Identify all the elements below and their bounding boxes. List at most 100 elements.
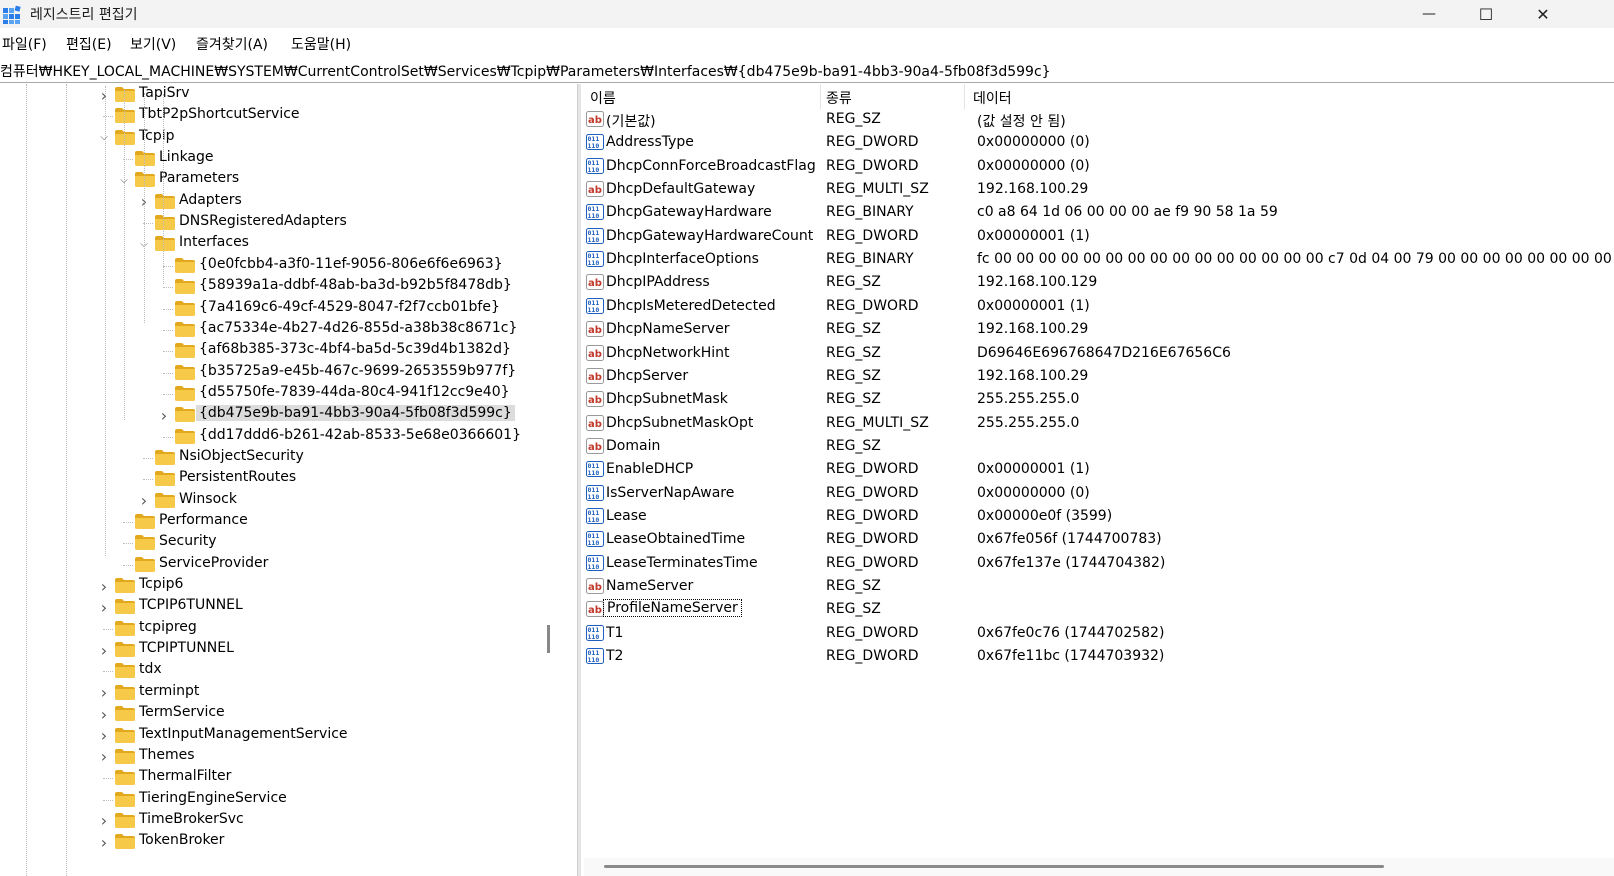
tree-item[interactable]: DNSRegisteredAdapters bbox=[0, 212, 545, 234]
chevron-right-icon[interactable]: › bbox=[97, 598, 111, 617]
tree-item-label[interactable]: tcpipreg bbox=[136, 619, 200, 635]
value-row[interactable]: 011 110 LeaseObtainedTime REG_DWORD 0x67fe05… bbox=[584, 528, 1614, 552]
tree-item[interactable]: {0e0fcbb4-a3f0-11ef-9056-806e6f6e6963} bbox=[0, 255, 545, 277]
chevron-right-icon[interactable]: › bbox=[97, 641, 111, 660]
tree-item-label[interactable]: {7a4169c6-49cf-4529-8047-f2f7ccb01bfe} bbox=[196, 299, 503, 315]
tree-item-label[interactable]: {dd17ddd6-b261-42ab-8533-5e68e0366601} bbox=[196, 427, 524, 443]
value-name[interactable]: DhcpIsMeteredDetected bbox=[606, 298, 776, 314]
tree-item-label[interactable]: Tcpip6 bbox=[136, 576, 186, 592]
value-row[interactable]: 011 110 EnableDHCP REG_DWORD 0x00000001 (1) bbox=[584, 458, 1614, 482]
tree-item[interactable]: › TextInputManagementService bbox=[0, 725, 545, 747]
tree-item[interactable]: tcpipreg bbox=[0, 618, 545, 640]
value-row[interactable]: 011 110 Lease REG_DWORD 0x00000e0f (3599) bbox=[584, 505, 1614, 529]
tree-item[interactable]: ThermalFilter bbox=[0, 767, 545, 789]
tree-item-label[interactable]: TimeBrokerSvc bbox=[136, 811, 247, 827]
tree-item-label[interactable]: NsiObjectSecurity bbox=[176, 448, 307, 464]
value-row[interactable]: ab DhcpNetworkHint REG_SZ D69646E696768647D… bbox=[584, 342, 1614, 366]
tree-item-label[interactable]: Adapters bbox=[176, 192, 245, 208]
tree-item[interactable]: › Adapters bbox=[0, 191, 545, 213]
value-row[interactable]: ab ProfileNameServer REG_SZ bbox=[584, 598, 1614, 622]
value-row[interactable]: 011 110 DhcpIsMeteredDetected REG_DWORD 0x00… bbox=[584, 295, 1614, 319]
value-row[interactable]: 011 110 IsServerNapAware REG_DWORD 0x0000000… bbox=[584, 482, 1614, 506]
value-row[interactable]: 011 110 LeaseTerminatesTime REG_DWORD 0x67fe… bbox=[584, 552, 1614, 576]
tree-item-label[interactable]: ThermalFilter bbox=[136, 768, 234, 784]
chevron-down-icon[interactable]: ⌵ bbox=[97, 131, 111, 145]
value-row[interactable]: ab DhcpSubnetMask REG_SZ 255.255.255.0 bbox=[584, 388, 1614, 412]
tree-item-label[interactable]: TCPIP6TUNNEL bbox=[136, 597, 246, 613]
tree-item-label[interactable]: terminpt bbox=[136, 683, 202, 699]
column-separator[interactable] bbox=[964, 84, 965, 110]
value-name[interactable]: DhcpNameServer bbox=[606, 321, 729, 337]
value-name[interactable]: DhcpGatewayHardwareCount bbox=[606, 228, 813, 244]
value-row[interactable]: ab DhcpDefaultGateway REG_MULTI_SZ 192.168.… bbox=[584, 178, 1614, 202]
tree-item[interactable]: › TapiSrv bbox=[0, 84, 545, 106]
value-name[interactable]: DhcpServer bbox=[606, 368, 688, 384]
tree-item-label[interactable]: {db475e9b-ba91-4bb3-90a4-5fb08f3d599c} bbox=[196, 405, 515, 422]
tree-item[interactable]: {7a4169c6-49cf-4529-8047-f2f7ccb01bfe} bbox=[0, 298, 545, 320]
tree-item[interactable]: ⌵ Interfaces bbox=[0, 233, 545, 255]
tree-item-label[interactable]: TbtP2pShortcutService bbox=[136, 106, 303, 122]
tree-item-label[interactable]: ServiceProvider bbox=[156, 555, 271, 571]
tree-item[interactable]: PersistentRoutes bbox=[0, 468, 545, 490]
value-name[interactable]: Lease bbox=[606, 508, 647, 524]
value-row[interactable]: ab NameServer REG_SZ bbox=[584, 575, 1614, 599]
tree-item[interactable]: tdx bbox=[0, 660, 545, 682]
chevron-right-icon[interactable]: › bbox=[157, 406, 171, 425]
tree-item[interactable]: ServiceProvider bbox=[0, 554, 545, 576]
value-name[interactable]: DhcpIPAddress bbox=[606, 274, 710, 290]
tree-item-label[interactable]: TextInputManagementService bbox=[136, 726, 351, 742]
tree-item[interactable]: › Tcpip6 bbox=[0, 575, 545, 597]
chevron-right-icon[interactable]: › bbox=[97, 577, 111, 596]
value-row[interactable]: ab DhcpServer REG_SZ 192.168.100.29 bbox=[584, 365, 1614, 389]
value-name[interactable]: LeaseTerminatesTime bbox=[606, 555, 758, 571]
menu-help[interactable]: 도움말(H) bbox=[291, 34, 351, 54]
value-name[interactable]: IsServerNapAware bbox=[606, 485, 734, 501]
tree-item-label[interactable]: {b35725a9-e45b-467c-9699-2653559b977f} bbox=[196, 363, 519, 379]
tree-item-label[interactable]: {58939a1a-ddbf-48ab-ba3d-b92b5f8478db} bbox=[196, 277, 515, 293]
value-name[interactable]: T2 bbox=[606, 648, 623, 664]
value-row[interactable]: 011 110 DhcpGatewayHardware REG_BINARY c0 a8… bbox=[584, 201, 1614, 225]
tree-item-label[interactable]: {d55750fe-7839-44da-80c4-941f12cc9e40} bbox=[196, 384, 513, 400]
horizontal-scrollbar[interactable] bbox=[584, 858, 1614, 876]
tree-item-label[interactable]: {ac75334e-4b27-4d26-855d-a38b38c8671c} bbox=[196, 320, 520, 336]
tree-item-label[interactable]: Parameters bbox=[156, 170, 242, 186]
chevron-right-icon[interactable]: › bbox=[97, 747, 111, 766]
value-name[interactable]: DhcpInterfaceOptions bbox=[606, 251, 759, 267]
value-row[interactable]: 011 110 DhcpInterfaceOptions REG_BINARY fc 0… bbox=[584, 248, 1614, 272]
value-row[interactable]: 011 110 T2 REG_DWORD 0x67fe11bc (1744703932) bbox=[584, 645, 1614, 669]
tree-item-label[interactable]: TermService bbox=[136, 704, 228, 720]
tree-item-label[interactable]: Tcpip bbox=[136, 128, 178, 144]
chevron-right-icon[interactable]: › bbox=[97, 683, 111, 702]
tree-item-label[interactable]: Interfaces bbox=[176, 234, 252, 250]
tree-item-label[interactable]: Performance bbox=[156, 512, 251, 528]
tree-item[interactable]: Performance bbox=[0, 511, 545, 533]
value-row[interactable]: 011 110 AddressType REG_DWORD 0x00000000 (0) bbox=[584, 131, 1614, 155]
value-name[interactable]: DhcpGatewayHardware bbox=[606, 204, 772, 220]
tree-item-label[interactable]: TokenBroker bbox=[136, 832, 227, 848]
value-name[interactable]: NameServer bbox=[606, 578, 693, 594]
value-name[interactable]: DhcpSubnetMask bbox=[606, 391, 728, 407]
value-row[interactable]: ab DhcpIPAddress REG_SZ 192.168.100.129 bbox=[584, 271, 1614, 295]
menu-edit[interactable]: 편집(E) bbox=[66, 34, 112, 54]
tree-item[interactable]: ⌵ Parameters bbox=[0, 169, 545, 191]
value-name[interactable]: DhcpNetworkHint bbox=[606, 345, 729, 361]
value-name[interactable]: DhcpConnForceBroadcastFlag bbox=[606, 158, 816, 174]
value-name[interactable]: LeaseObtainedTime bbox=[606, 531, 745, 547]
address-bar[interactable]: 컴퓨터₩HKEY_LOCAL_MACHINE₩SYSTEM₩CurrentCon… bbox=[0, 58, 1614, 83]
tree-item[interactable]: › Themes bbox=[0, 746, 545, 768]
column-header-type[interactable]: 종류 bbox=[826, 88, 852, 108]
value-row[interactable]: ab DhcpSubnetMaskOpt REG_MULTI_SZ 255.255.2… bbox=[584, 412, 1614, 436]
tree-item[interactable]: › TCPIP6TUNNEL bbox=[0, 596, 545, 618]
menu-file[interactable]: 파일(F) bbox=[2, 34, 47, 54]
value-name[interactable]: Domain bbox=[606, 438, 660, 454]
tree-item[interactable]: ⌵ Tcpip bbox=[0, 127, 545, 149]
value-row[interactable]: ab (기본값) REG_SZ (값 설정 안 됨) bbox=[584, 108, 1614, 132]
close-button[interactable]: ✕ bbox=[1514, 0, 1572, 28]
value-row[interactable]: 011 110 DhcpGatewayHardwareCount REG_DWORD 0… bbox=[584, 225, 1614, 249]
value-name[interactable]: EnableDHCP bbox=[606, 461, 693, 477]
tree-item-label[interactable]: Themes bbox=[136, 747, 198, 763]
tree-item[interactable]: Security bbox=[0, 532, 545, 554]
tree-item-label[interactable]: {af68b385-373c-4bf4-ba5d-5c39d4b1382d} bbox=[196, 341, 514, 357]
value-name[interactable]: T1 bbox=[606, 625, 623, 641]
tree-item[interactable]: TbtP2pShortcutService bbox=[0, 105, 545, 127]
